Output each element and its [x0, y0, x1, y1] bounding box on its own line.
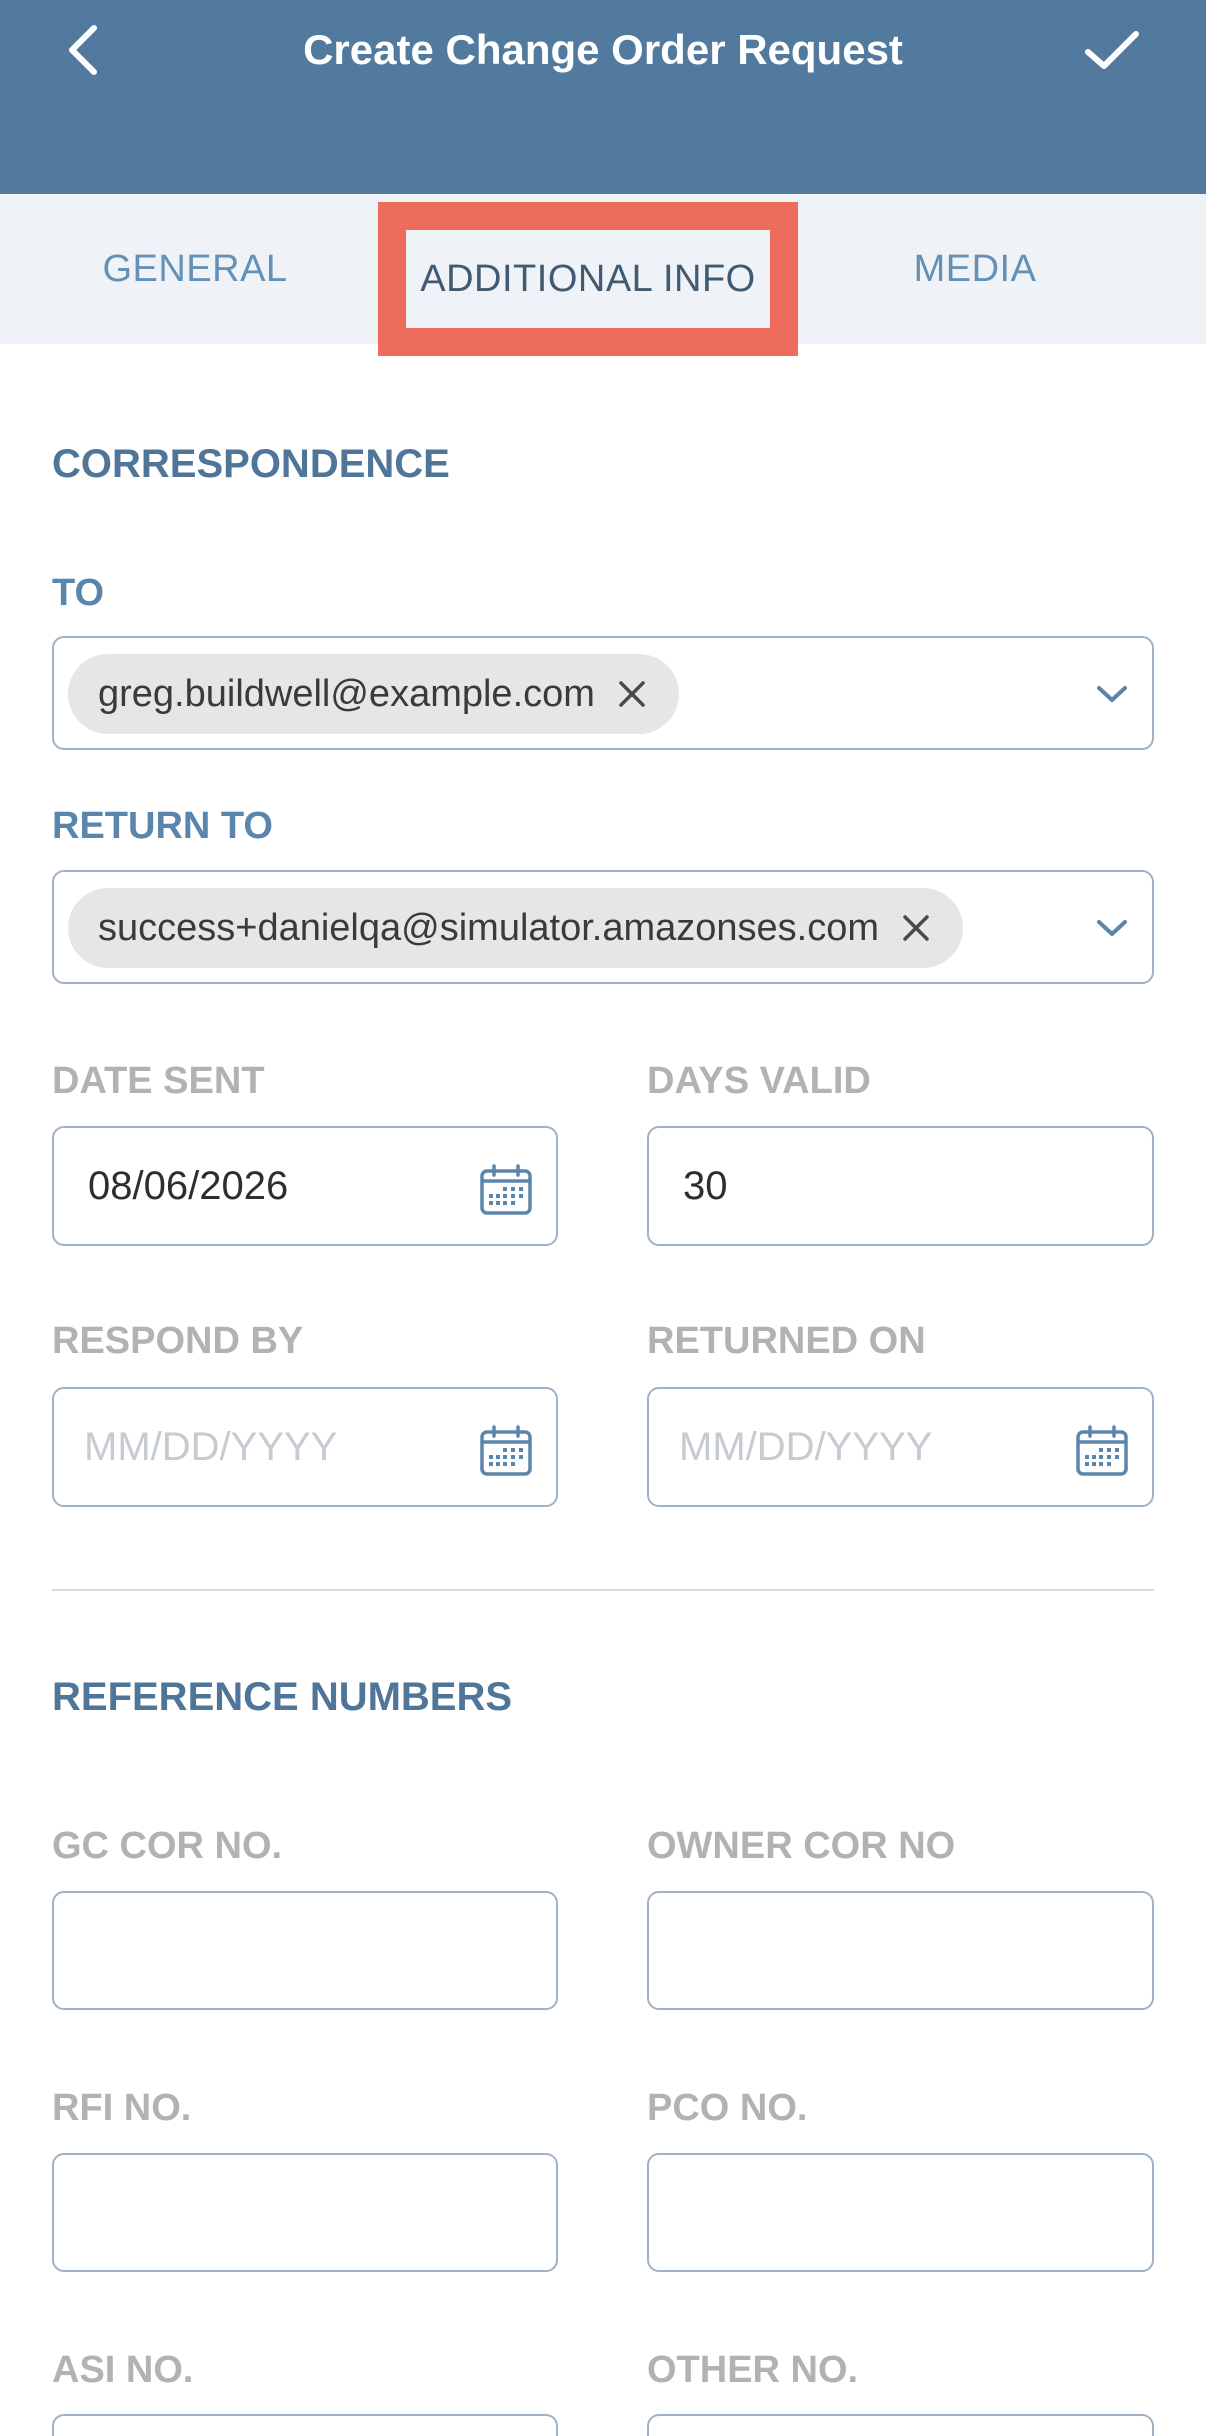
chip-label: greg.buildwell@example.com	[98, 672, 595, 715]
remove-recipient-button[interactable]	[899, 911, 933, 945]
return-to-dropdown-button[interactable]	[1092, 906, 1132, 950]
to-label: TO	[52, 572, 105, 614]
remove-recipient-button[interactable]	[615, 677, 649, 711]
calendar-icon	[1076, 1425, 1128, 1476]
confirm-button[interactable]	[1074, 18, 1150, 82]
returned-on-field[interactable]: MM/DD/YYYY	[647, 1387, 1154, 1507]
days-valid-field[interactable]: 30	[647, 1126, 1154, 1246]
returned-on-placeholder: MM/DD/YYYY	[679, 1424, 933, 1469]
date-sent-field[interactable]: 08/06/2026	[52, 1126, 558, 1246]
rfi-label: RFI NO.	[52, 2087, 192, 2129]
respond-by-calendar-button[interactable]	[478, 1423, 534, 1479]
asi-input[interactable]	[52, 2414, 558, 2436]
section-divider	[52, 1589, 1154, 1591]
days-valid-label: DAYS VALID	[647, 1060, 871, 1102]
return-to-field[interactable]: success+danielqa@simulator.amazonses.com	[52, 870, 1154, 984]
chevron-down-icon	[1097, 686, 1127, 702]
chip-label: success+danielqa@simulator.amazonses.com	[98, 906, 880, 949]
owner-cor-input[interactable]	[647, 1891, 1154, 2010]
section-title-correspondence: CORRESPONDENCE	[52, 442, 450, 486]
pco-input[interactable]	[647, 2153, 1154, 2272]
date-sent-calendar-button[interactable]	[478, 1162, 534, 1218]
returned-on-calendar-button[interactable]	[1074, 1423, 1130, 1479]
screen: Create Change Order Request GENERAL MEDI…	[0, 0, 1206, 2436]
return-to-recipient-chip: success+danielqa@simulator.amazonses.com	[68, 888, 964, 968]
tab-bar: GENERAL MEDIA ADDITIONAL INFO	[0, 194, 1206, 356]
rfi-input[interactable]	[52, 2153, 558, 2272]
page-title: Create Change Order Request	[303, 26, 903, 73]
days-valid-value: 30	[683, 1163, 728, 1208]
close-icon	[619, 681, 645, 707]
respond-by-placeholder: MM/DD/YYYY	[84, 1424, 338, 1469]
to-field[interactable]: greg.buildwell@example.com	[52, 636, 1154, 750]
checkmark-icon	[1085, 31, 1139, 69]
to-dropdown-button[interactable]	[1092, 672, 1132, 716]
close-icon	[903, 915, 929, 941]
calendar-icon	[480, 1164, 532, 1215]
returned-on-label: RETURNED ON	[647, 1320, 926, 1362]
tab-media[interactable]: MEDIA	[780, 194, 1170, 344]
owner-cor-label: OWNER COR NO	[647, 1825, 956, 1867]
to-recipient-chip: greg.buildwell@example.com	[68, 654, 679, 734]
return-to-label: RETURN TO	[52, 805, 273, 847]
calendar-icon	[480, 1425, 532, 1476]
respond-by-label: RESPOND BY	[52, 1320, 304, 1362]
pco-label: PCO NO.	[647, 2087, 808, 2129]
gc-cor-input[interactable]	[52, 1891, 558, 2010]
section-title-reference-numbers: REFERENCE NUMBERS	[52, 1675, 513, 1719]
other-input[interactable]	[647, 2414, 1154, 2436]
chevron-down-icon	[1097, 920, 1127, 936]
tab-general[interactable]: GENERAL	[0, 194, 390, 344]
respond-by-field[interactable]: MM/DD/YYYY	[52, 1387, 558, 1507]
date-sent-value: 08/06/2026	[88, 1163, 289, 1208]
asi-label: ASI NO.	[52, 2349, 194, 2391]
tab-additional-info[interactable]: ADDITIONAL INFO	[378, 202, 798, 356]
gc-cor-label: GC COR NO.	[52, 1825, 283, 1867]
header-bar: Create Change Order Request	[0, 0, 1206, 194]
other-label: OTHER NO.	[647, 2349, 859, 2391]
date-sent-label: DATE SENT	[52, 1060, 265, 1102]
